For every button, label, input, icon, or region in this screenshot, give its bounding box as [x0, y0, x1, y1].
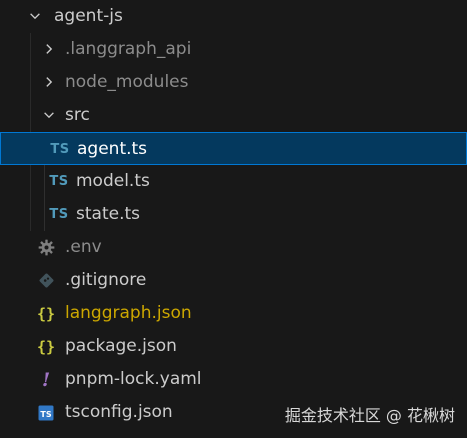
tree-item-label: tsconfig.json [65, 402, 173, 422]
chevron-down-icon [41, 107, 57, 123]
git-icon [36, 264, 56, 297]
json-icon: {} [36, 304, 56, 323]
tree-file-env[interactable]: .env [0, 231, 467, 264]
tree-item-label: .langgraph_api [65, 39, 192, 59]
chevron-right-icon [41, 41, 57, 57]
tree-folder-agent-js[interactable]: agent-js [0, 0, 467, 33]
chevron-right-icon [41, 74, 57, 90]
tree-file-pnpm-lock-yaml[interactable]: ! pnpm-lock.yaml [0, 363, 467, 396]
tree-file-gitignore[interactable]: .gitignore [0, 264, 467, 297]
typescript-icon: TS [50, 142, 70, 157]
tree-item-label: src [65, 105, 90, 125]
tree-file-agent-ts[interactable]: TS agent.ts [0, 132, 467, 165]
tree-item-label: package.json [65, 336, 177, 356]
tree-item-label: model.ts [76, 171, 150, 191]
svg-text:TS: TS [40, 410, 51, 419]
tree-item-label: .gitignore [65, 270, 147, 290]
tree-folder-src[interactable]: src [0, 99, 467, 132]
tsconfig-icon: TS [37, 396, 55, 429]
gear-icon [36, 231, 56, 264]
tree-item-label: node_modules [65, 72, 189, 92]
typescript-icon: TS [49, 207, 69, 222]
tree-item-label: .env [65, 237, 102, 257]
tree-item-label: pnpm-lock.yaml [65, 369, 202, 389]
file-explorer-tree: agent-js .langgraph_api node_modules src… [0, 0, 467, 438]
tree-item-label: langgraph.json [65, 303, 192, 323]
json-icon: {} [36, 337, 56, 356]
chevron-down-icon [27, 8, 43, 24]
tree-folder-node-modules[interactable]: node_modules [0, 66, 467, 99]
yaml-icon: ! [41, 368, 51, 391]
tree-item-label: state.ts [76, 204, 140, 224]
watermark: 掘金技术社区 @ 花楸树 [284, 406, 455, 425]
tree-folder-langgraph-api[interactable]: .langgraph_api [0, 33, 467, 66]
tree-file-package-json[interactable]: {} package.json [0, 330, 467, 363]
tree-file-model-ts[interactable]: TS model.ts [0, 165, 467, 198]
tree-file-langgraph-json[interactable]: {} langgraph.json [0, 297, 467, 330]
tree-item-label: agent-js [54, 6, 123, 26]
tree-file-state-ts[interactable]: TS state.ts [0, 198, 467, 231]
tree-item-label: agent.ts [77, 139, 148, 159]
typescript-icon: TS [49, 174, 69, 189]
